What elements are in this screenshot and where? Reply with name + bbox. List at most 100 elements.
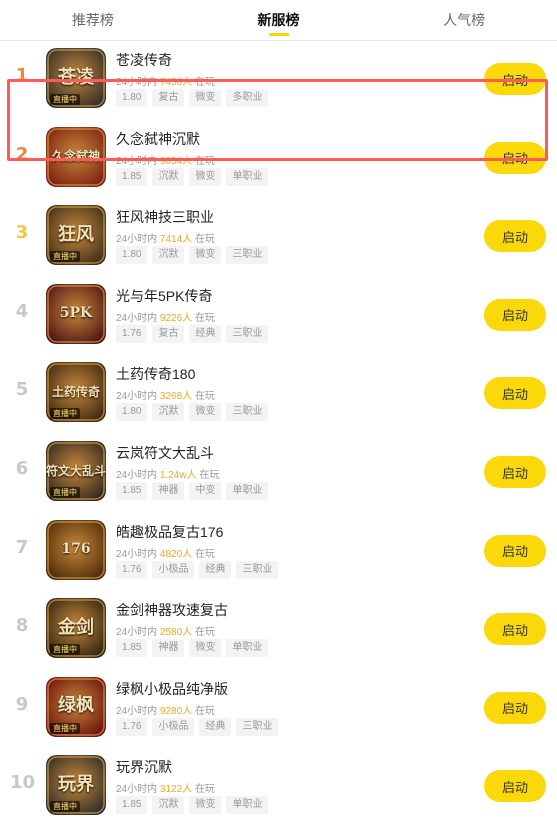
stat-prefix: 24小时内 [116, 705, 158, 717]
rank-number: 3 [15, 222, 29, 244]
tag: 三职业 [236, 560, 279, 579]
player-count: 2580人 [159, 627, 193, 639]
game-icon[interactable]: 狂风 直播中 [46, 205, 106, 266]
tab-recommended[interactable]: 推荐榜 [0, 0, 186, 40]
rank-number: 2 [15, 143, 29, 165]
tag: 多职业 [226, 89, 269, 107]
icon-art-text: 176 [61, 541, 91, 558]
tag: 微变 [189, 796, 222, 815]
player-count: 9280人 [159, 705, 193, 717]
launch-button[interactable]: 启动 [484, 377, 546, 410]
tag: 1.80 [116, 246, 148, 265]
tag-list: 1.76 小极品 经典 三职业 [116, 560, 279, 579]
launch-button[interactable]: 启动 [484, 534, 546, 567]
rank-number: 9 [15, 693, 29, 715]
launch-button[interactable]: 启动 [484, 691, 546, 724]
rank-number: 10 [10, 772, 36, 794]
rank-number: 4 [15, 300, 29, 322]
tag: 沉默 [152, 246, 185, 265]
tag: 沉默 [152, 796, 185, 815]
game-icon[interactable]: 符文大乱斗 直播中 [46, 441, 106, 501]
game-icon[interactable]: 金剑 直播中 [46, 598, 106, 659]
player-stat: 24小时内 9054人 在玩 [116, 152, 215, 167]
stat-prefix: 24小时内 [116, 627, 158, 639]
rank-tabs: 推荐榜 新服榜 人气榜 [0, 0, 557, 41]
live-badge: 直播中 [50, 487, 80, 498]
stat-suffix: 在玩 [194, 77, 215, 88]
tag: 1.85 [116, 482, 148, 500]
list-item[interactable]: 6 符文大乱斗 直播中 云岚符文大乱斗 24小时内 1.24w人 在玩 1.85 神… [0, 434, 557, 512]
game-icon[interactable]: 久念弑神 [46, 126, 106, 187]
player-stat: 24小时内 4820人 在玩 [116, 545, 215, 560]
game-icon[interactable]: 苍凌 直播中 [46, 48, 106, 108]
tag: 三职业 [226, 246, 269, 265]
stat-prefix: 24小时内 [116, 234, 158, 246]
stat-prefix: 24小时内 [116, 391, 158, 403]
tab-popular[interactable]: 人气榜 [371, 0, 557, 40]
live-badge: 直播中 [50, 94, 80, 105]
tag: 复古 [152, 89, 185, 107]
tab-label: 新服榜 [257, 12, 300, 28]
tag: 三职业 [236, 717, 279, 736]
game-icon[interactable]: 绿枫 直播中 [46, 676, 106, 737]
live-badge: 直播中 [50, 722, 80, 734]
game-title: 狂风神技三职业 [116, 209, 214, 226]
player-stat: 24小时内 9226人 在玩 [116, 309, 215, 324]
live-badge: 直播中 [50, 408, 80, 420]
tag-list: 1.80 复古 微变 多职业 [116, 89, 269, 107]
list-item[interactable]: 1 苍凌 直播中 苍凌传奇 24小时内 7450人 在玩 1.80 复古 微变 多职业 … [0, 41, 557, 119]
tag: 单职业 [226, 796, 269, 815]
list-item[interactable]: 2 久念弑神 久念弑神沉默 24小时内 9054人 在玩 1.85 沉默 微变 单职业… [0, 120, 557, 198]
tag: 三职业 [226, 403, 269, 422]
tag: 1.85 [116, 639, 148, 658]
stat-prefix: 24小时内 [116, 155, 158, 167]
player-count: 1.24w人 [159, 470, 197, 481]
stat-prefix: 24小时内 [116, 470, 158, 481]
tag: 1.85 [116, 167, 148, 186]
launch-button[interactable]: 启动 [484, 298, 546, 331]
list-item[interactable]: 9 绿枫 直播中 绿枫小极品纯净版 24小时内 9280人 在玩 1.76 小极品经… [0, 670, 557, 748]
player-stat: 24小时内 3122人 在玩 [116, 780, 215, 795]
game-icon[interactable]: 玩界 直播中 [46, 755, 106, 816]
rank-number: 8 [15, 615, 29, 637]
stat-prefix: 24小时内 [116, 77, 158, 88]
stat-prefix: 24小时内 [116, 784, 158, 796]
tag-list: 1.80 沉默 微变 三职业 [116, 403, 269, 422]
list-item[interactable]: 10 玩界 直播中 玩界沉默 24小时内 3122人 在玩 1.85 沉默 微变 单职业… [0, 748, 557, 826]
list-item[interactable]: 3 狂风 直播中 狂风神技三职业 24小时内 7414人 在玩 1.80 沉默 微变三… [0, 198, 557, 276]
launch-button[interactable]: 启动 [484, 613, 546, 646]
launch-button[interactable]: 启动 [484, 220, 546, 253]
list-item[interactable]: 8 金剑 直播中 金剑神器攻速复古 24小时内 2580人 在玩 1.85 神器 微变… [0, 591, 557, 669]
live-badge: 直播中 [50, 251, 80, 263]
list-item[interactable]: 4 5PK 光与年5PK传奇 24小时内 9226人 在玩 1.76 复古 经典 三职… [0, 277, 557, 355]
player-stat: 24小时内 9280人 在玩 [116, 702, 215, 717]
tag: 小极品 [152, 560, 195, 579]
tag: 1.76 [116, 560, 148, 579]
launch-button[interactable]: 启动 [484, 770, 546, 803]
tag: 中变 [189, 482, 222, 500]
game-title: 云岚符文大乱斗 [116, 445, 214, 461]
launch-button[interactable]: 启动 [484, 456, 546, 488]
tag: 微变 [189, 246, 222, 265]
tag: 神器 [152, 482, 185, 500]
tag-list: 1.85 神器 微变 单职业 [116, 639, 269, 658]
game-icon[interactable]: 5PK [46, 283, 106, 344]
list-item[interactable]: 7 176 皓趣极品复古176 24小时内 4820人 在玩 1.76 小极品 经典… [0, 513, 557, 591]
tag-list: 1.76 复古 经典 三职业 [116, 324, 269, 343]
tag: 微变 [189, 403, 222, 422]
game-icon[interactable]: 176 [46, 519, 106, 580]
game-title: 玩界沉默 [116, 759, 172, 776]
tag: 1.80 [116, 89, 148, 107]
launch-button[interactable]: 启动 [484, 63, 546, 95]
tag-list: 1.80 沉默 微变 三职业 [116, 246, 269, 265]
launch-button[interactable]: 启动 [484, 141, 546, 174]
player-count: 7450人 [159, 77, 193, 88]
tab-new-servers[interactable]: 新服榜 [186, 0, 372, 40]
player-count: 4820人 [159, 548, 193, 560]
tag-list: 1.85 神器 中变 单职业 [116, 482, 269, 500]
rank-number: 5 [15, 379, 29, 401]
tag: 1.76 [116, 324, 148, 343]
player-count: 9226人 [159, 312, 193, 324]
list-item[interactable]: 5 土药传奇 直播中 土药传奇180 24小时内 3268人 在玩 1.80 沉默微… [0, 355, 557, 433]
game-icon[interactable]: 土药传奇 直播中 [46, 362, 106, 423]
